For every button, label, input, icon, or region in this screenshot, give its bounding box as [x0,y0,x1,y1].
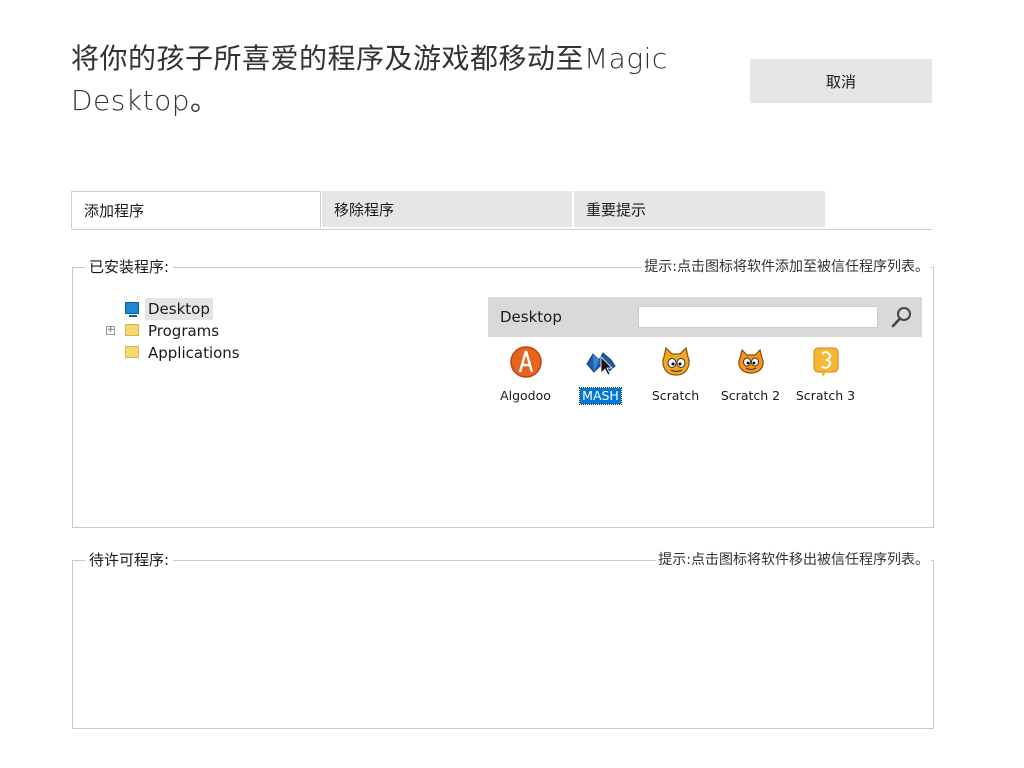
app-label: Scratch 3 [795,388,856,403]
app-label: MASH [579,387,622,405]
browser-toolbar: Desktop [488,297,922,337]
app-label: Algodoo [500,388,551,403]
page-title: 将你的孩子所喜爱的程序及游戏都移动至Magic Desktop。 [71,42,668,117]
scratch-icon [661,346,690,376]
installed-programs-title: 已安装程序: [85,257,174,277]
installed-programs-group: 已安装程序: 提示:点击图标将软件添加至被信任程序列表。 Desktop + P… [72,257,934,528]
installed-programs-hint: 提示:点击图标将软件添加至被信任程序列表。 [642,257,931,277]
folder-icon [125,324,139,336]
tab-important-tips[interactable]: 重要提示 [574,191,825,227]
search-input[interactable] [638,306,878,328]
scratch2-icon [737,348,764,374]
tab-bar: 添加程序 移除程序 重要提示 [71,191,932,230]
desktop-icon [125,302,139,317]
app-scratch-3[interactable]: Scratch 3 [788,345,863,404]
tab-add-programs[interactable]: 添加程序 [71,191,321,229]
app-scratch-2[interactable]: Scratch 2 [713,345,788,404]
pending-programs-group: 待许可程序: 提示:点击图标将软件移出被信任程序列表。 [72,550,934,729]
expand-icon[interactable]: + [106,326,115,335]
tree-item-label: Applications [148,344,240,362]
scratch3-icon [813,347,838,377]
browser-location: Desktop [500,308,562,326]
app-label: Scratch [651,388,700,403]
app-label: Scratch 2 [720,388,781,403]
app-browser: Desktop Algodoo MASH Scratch Scratch 2 S… [488,297,922,405]
folder-icon [125,346,139,358]
pending-programs-hint: 提示:点击图标将软件移出被信任程序列表。 [656,550,931,570]
tree-item-label: Programs [148,322,220,340]
cancel-button[interactable]: 取消 [750,59,932,103]
app-icon-list: Algodoo MASH Scratch Scratch 2 Scratch 3 [488,345,922,405]
app-mash[interactable]: MASH [563,345,638,405]
app-scratch[interactable]: Scratch [638,345,713,404]
tab-remove-programs[interactable]: 移除程序 [322,191,572,227]
mash-icon [585,352,616,376]
algodoo-icon [509,346,542,378]
search-icon[interactable] [890,305,914,329]
tree-item-label: Desktop [145,298,213,320]
app-algodoo[interactable]: Algodoo [488,345,563,404]
pending-programs-title: 待许可程序: [85,550,174,570]
